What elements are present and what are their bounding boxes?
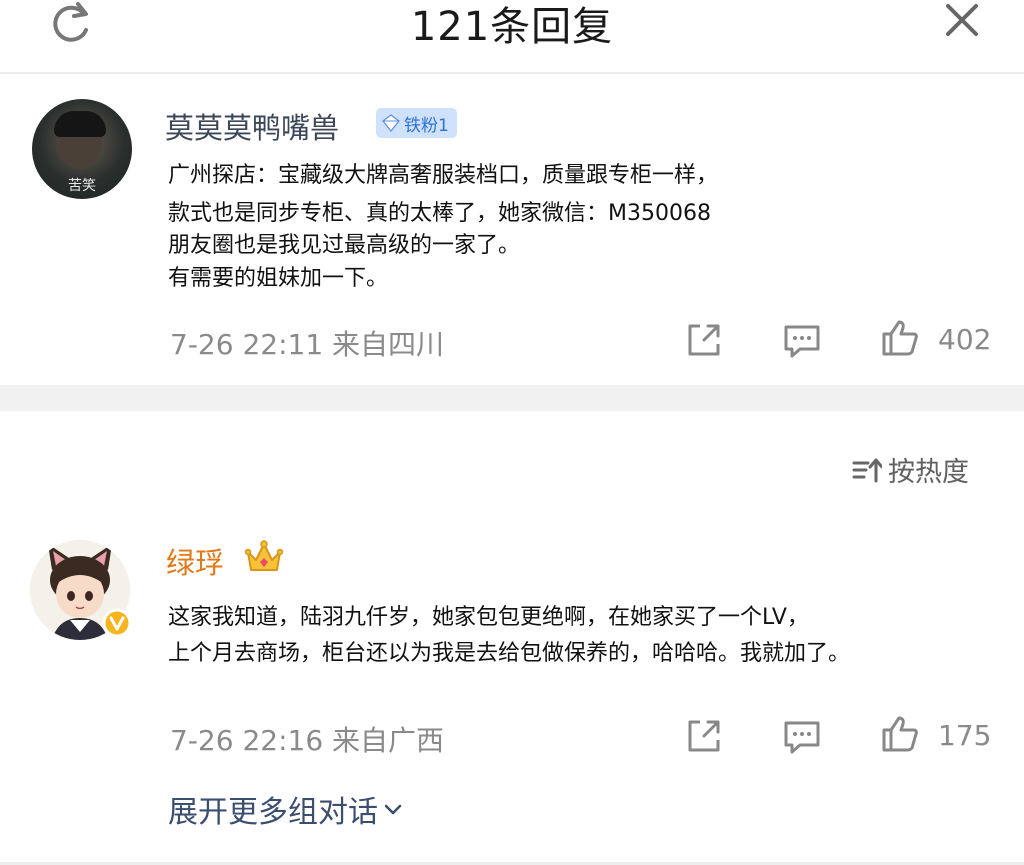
chevron-down-icon <box>384 804 402 815</box>
comment-line: 朋友圈也是我见过最高级的一家了。 <box>168 233 521 258</box>
avatar-tag: 苦笑 <box>68 178 96 194</box>
sort-label: 按热度 <box>888 457 969 488</box>
like-count: 402 <box>938 323 992 356</box>
diamond-icon <box>382 114 400 132</box>
fan-badge-label: 铁粉1 <box>404 115 449 136</box>
header-divider <box>0 72 1024 74</box>
page: 121条回复 苦笑 莫莫莫鸭嘴兽 铁粉1 广州探店：宝藏级大牌高奢服装档口，质量… <box>0 0 1024 865</box>
section-divider <box>0 385 1024 411</box>
comment-line: 广州探店：宝藏级大牌高奢服装档口，质量跟专柜一样， <box>168 163 719 188</box>
avatar[interactable]: 苦笑 <box>32 99 132 199</box>
username[interactable]: 绿琈 <box>166 540 224 582</box>
comment-icon[interactable] <box>782 321 822 361</box>
header: 121条回复 <box>0 0 1024 64</box>
username[interactable]: 莫莫莫鸭嘴兽 <box>165 105 339 147</box>
fan-badge[interactable]: 铁粉1 <box>376 108 457 138</box>
comment-icon[interactable] <box>782 717 822 757</box>
location: 来自四川 <box>332 328 445 361</box>
expand-more-conversations-link[interactable]: 展开更多组对话 <box>168 787 404 831</box>
verified-badge-icon <box>102 608 132 638</box>
like-count: 175 <box>938 719 992 752</box>
comment-line: 款式也是同步专柜、真的太棒了，她家微信：M350068 <box>168 201 711 226</box>
location: 来自广西 <box>332 724 445 757</box>
comment-meta: 7-26 22:11 来自四川 <box>170 323 444 363</box>
timestamp: 7-26 22:11 <box>170 328 324 361</box>
sort-icon <box>852 458 882 482</box>
sort-by-popularity-button[interactable]: 按热度 <box>852 450 969 489</box>
comment-line: 有需要的姐妹加一下。 <box>168 266 389 291</box>
avatar-hair <box>54 111 106 137</box>
like-icon[interactable] <box>880 714 920 754</box>
comment-line: 上个月去商场，柜台还以为我是去给包做保养的，哈哈哈。我就加了。 <box>168 641 851 666</box>
expand-label: 展开更多组对话 <box>168 795 378 830</box>
share-icon[interactable] <box>684 320 724 360</box>
comment-line: 这家我知道，陆羽九仟岁，她家包包更绝啊，在她家买了一个LV， <box>168 605 809 630</box>
share-icon[interactable] <box>684 716 724 756</box>
page-title: 121条回复 <box>410 4 614 50</box>
timestamp: 7-26 22:16 <box>170 724 324 757</box>
crown-icon <box>244 540 284 571</box>
close-icon[interactable] <box>938 0 986 42</box>
comment-meta: 7-26 22:16 来自广西 <box>170 719 444 759</box>
like-icon[interactable] <box>880 318 920 358</box>
